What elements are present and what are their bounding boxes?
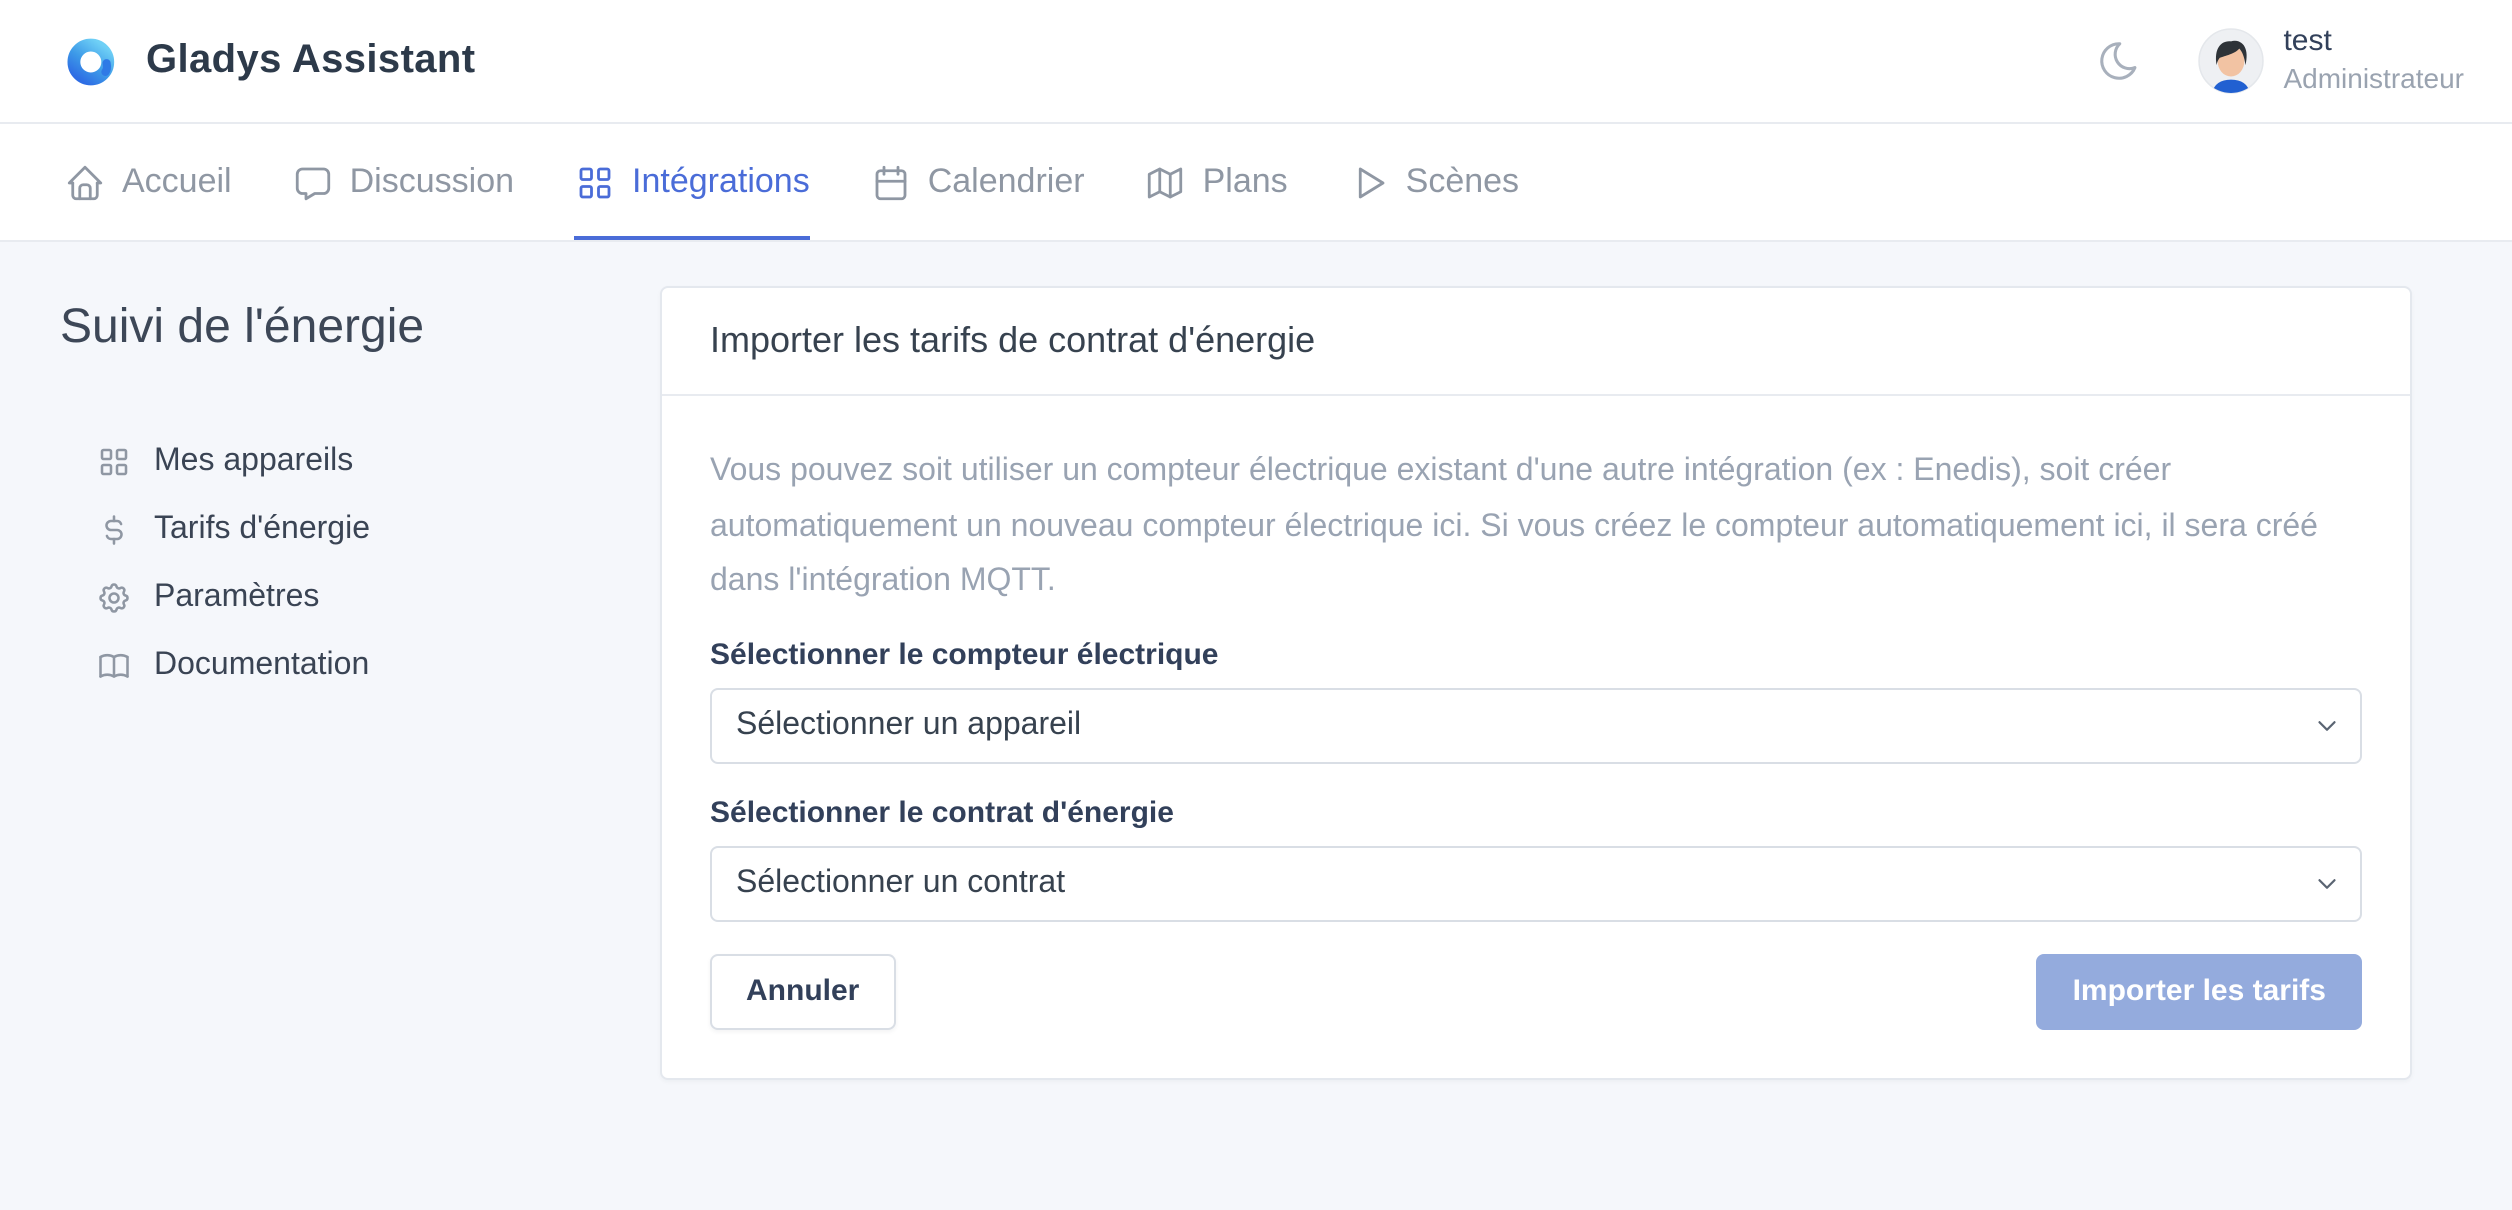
- sidebar-item-label: Mes appareils: [154, 444, 353, 480]
- tab-scenes[interactable]: Scènes: [1348, 124, 1519, 240]
- user-menu[interactable]: test Administrateur: [2197, 25, 2464, 98]
- page: Gladys Assistant: [0, 0, 2512, 1210]
- page-title: Suivi de l'énergie: [60, 300, 660, 356]
- tab-integrations[interactable]: Intégrations: [574, 124, 810, 240]
- contract-select-label: Sélectionner le contrat d'énergie: [710, 795, 2362, 829]
- top-header: Gladys Assistant: [0, 0, 2512, 124]
- meter-select-label: Sélectionner le compteur électrique: [710, 637, 2362, 671]
- header-actions: test Administrateur: [2095, 25, 2464, 98]
- import-tariffs-card: Importer les tarifs de contrat d'énergie…: [660, 286, 2412, 1079]
- meter-select-wrap: Sélectionner un appareil: [710, 687, 2362, 763]
- sidebar-item-mes-appareils[interactable]: Mes appareils: [60, 428, 660, 496]
- main-nav: Accueil Discussion Intégrations: [0, 124, 2512, 242]
- tab-accueil[interactable]: Accueil: [64, 124, 232, 240]
- sidebar-menu: Mes appareils Tarifs d'énergie: [60, 428, 660, 700]
- book-icon: [96, 648, 132, 684]
- tab-discussion[interactable]: Discussion: [292, 124, 514, 240]
- tab-label: Plans: [1203, 162, 1288, 202]
- moon-icon: [2095, 38, 2141, 84]
- cancel-button[interactable]: Annuler: [710, 953, 895, 1029]
- tab-label: Calendrier: [928, 162, 1085, 202]
- content: Suivi de l'énergie Mes appareils: [0, 242, 2512, 1079]
- dark-mode-toggle[interactable]: [2095, 38, 2141, 84]
- card-body: Vous pouvez soit utiliser un compteur él…: [662, 396, 2410, 1077]
- calendar-icon: [870, 161, 912, 203]
- dollar-icon: [96, 512, 132, 548]
- avatar: [2197, 28, 2263, 94]
- gear-icon: [96, 580, 132, 616]
- contract-select-wrap: Sélectionner un contrat: [710, 845, 2362, 921]
- sidebar-item-tarifs-energie[interactable]: Tarifs d'énergie: [60, 496, 660, 564]
- tab-label: Intégrations: [632, 162, 810, 202]
- brand[interactable]: Gladys Assistant: [64, 33, 476, 89]
- card-title: Importer les tarifs de contrat d'énergie: [710, 320, 2362, 362]
- gladys-logo-icon: [64, 33, 120, 89]
- tab-calendrier[interactable]: Calendrier: [870, 124, 1085, 240]
- meter-select[interactable]: Sélectionner un appareil: [710, 687, 2362, 763]
- home-icon: [64, 161, 106, 203]
- sidebar-item-label: Tarifs d'énergie: [154, 512, 370, 548]
- sidebar-item-label: Paramètres: [154, 580, 319, 616]
- sidebar-item-parametres[interactable]: Paramètres: [60, 564, 660, 632]
- user-role: Administrateur: [2283, 62, 2464, 97]
- grid-icon: [574, 161, 616, 203]
- card-header: Importer les tarifs de contrat d'énergie: [662, 288, 2410, 396]
- tab-plans[interactable]: Plans: [1145, 124, 1288, 240]
- app-title: Gladys Assistant: [146, 38, 476, 84]
- import-tariffs-button[interactable]: Importer les tarifs: [2037, 953, 2362, 1029]
- card-description: Vous pouvez soit utiliser un compteur él…: [710, 444, 2362, 609]
- tab-label: Scènes: [1406, 162, 1519, 202]
- tab-label: Discussion: [350, 162, 514, 202]
- contract-select[interactable]: Sélectionner un contrat: [710, 845, 2362, 921]
- grid-icon: [96, 444, 132, 480]
- play-icon: [1348, 161, 1390, 203]
- sidebar-item-label: Documentation: [154, 648, 369, 684]
- map-icon: [1145, 161, 1187, 203]
- sidebar-item-documentation[interactable]: Documentation: [60, 632, 660, 700]
- message-icon: [292, 161, 334, 203]
- sidebar: Suivi de l'énergie Mes appareils: [60, 286, 660, 1079]
- card-footer: Annuler Importer les tarifs: [710, 953, 2362, 1029]
- user-name: test: [2283, 25, 2464, 63]
- user-info: test Administrateur: [2283, 25, 2464, 98]
- tab-label: Accueil: [122, 162, 232, 202]
